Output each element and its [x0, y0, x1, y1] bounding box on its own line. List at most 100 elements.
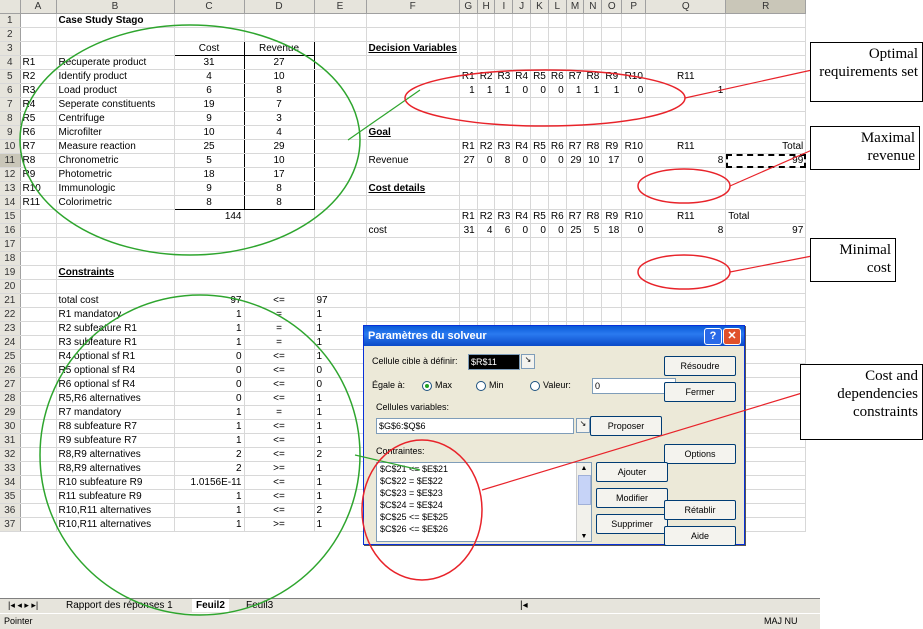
- cell[interactable]: [20, 517, 57, 532]
- cell[interactable]: 1: [314, 419, 367, 434]
- row-header[interactable]: 6: [0, 83, 21, 98]
- cell[interactable]: [601, 41, 623, 56]
- cell[interactable]: 97: [725, 223, 807, 238]
- cell[interactable]: [645, 167, 727, 182]
- scroll-down-icon[interactable]: ▼: [577, 531, 591, 541]
- cell[interactable]: [477, 97, 496, 112]
- cell[interactable]: [530, 27, 549, 42]
- cell[interactable]: 0: [174, 391, 245, 406]
- cell[interactable]: [20, 489, 57, 504]
- cell[interactable]: R10: [621, 139, 647, 154]
- row-header[interactable]: 30: [0, 419, 21, 434]
- cell[interactable]: 0: [314, 363, 367, 378]
- reset-button[interactable]: Rétablir: [664, 500, 736, 520]
- cell[interactable]: 8: [173, 195, 245, 210]
- cell[interactable]: Chronometric: [56, 153, 175, 168]
- row-header[interactable]: 32: [0, 447, 21, 462]
- cell[interactable]: [725, 307, 807, 322]
- cell[interactable]: R11: [20, 195, 57, 210]
- cell[interactable]: [366, 195, 460, 210]
- cell[interactable]: [244, 223, 315, 238]
- cell[interactable]: [601, 55, 623, 70]
- cell[interactable]: [459, 279, 478, 294]
- cell[interactable]: [477, 41, 496, 56]
- column-header[interactable]: Q: [645, 0, 727, 14]
- constraint-list-item[interactable]: $C$24 = $E$24: [380, 499, 591, 511]
- cell[interactable]: R7 mandatory: [56, 405, 175, 420]
- cell[interactable]: [566, 97, 585, 112]
- cell[interactable]: R3 subfeature R1: [56, 335, 175, 350]
- cell[interactable]: [530, 251, 549, 266]
- cell[interactable]: R10: [621, 209, 647, 224]
- cell[interactable]: 0: [174, 349, 245, 364]
- constraint-list-item[interactable]: $C$21 <= $E$21: [380, 463, 591, 475]
- cell[interactable]: <=: [244, 391, 315, 406]
- row-header[interactable]: 31: [0, 433, 21, 448]
- cell[interactable]: [645, 181, 727, 196]
- column-header[interactable]: P: [621, 0, 647, 14]
- cell[interactable]: [601, 125, 623, 140]
- cell[interactable]: [314, 195, 367, 210]
- cell[interactable]: [601, 97, 623, 112]
- cell[interactable]: R1: [459, 209, 478, 224]
- cell[interactable]: [244, 265, 315, 280]
- cell[interactable]: [314, 83, 367, 98]
- cell[interactable]: R11 subfeature R9: [56, 489, 175, 504]
- cell[interactable]: [645, 265, 727, 280]
- cell[interactable]: 1: [314, 391, 367, 406]
- cell[interactable]: [566, 13, 585, 28]
- cell[interactable]: [314, 55, 367, 70]
- row-header[interactable]: 26: [0, 363, 21, 378]
- cell[interactable]: 1: [494, 83, 514, 98]
- cell[interactable]: [601, 27, 623, 42]
- column-header[interactable]: R: [725, 0, 807, 14]
- cell[interactable]: [583, 307, 603, 322]
- cell[interactable]: [314, 139, 367, 154]
- row-header[interactable]: 35: [0, 489, 21, 504]
- target-cell-input[interactable]: $R$11: [468, 354, 520, 370]
- row-header[interactable]: 16: [0, 223, 21, 238]
- cell[interactable]: [314, 237, 367, 252]
- cell[interactable]: <=: [244, 503, 315, 518]
- cell[interactable]: [645, 251, 727, 266]
- cell[interactable]: 4: [244, 125, 315, 140]
- cell[interactable]: R6: [548, 69, 567, 84]
- cell[interactable]: [174, 223, 245, 238]
- cell[interactable]: 1: [583, 83, 603, 98]
- cell[interactable]: R10: [20, 181, 57, 196]
- cell[interactable]: [725, 181, 807, 196]
- cell[interactable]: [494, 307, 514, 322]
- cell[interactable]: R2: [477, 209, 496, 224]
- cell[interactable]: R9: [20, 167, 57, 182]
- cell[interactable]: [548, 279, 567, 294]
- cell[interactable]: =: [244, 405, 315, 420]
- cell[interactable]: [56, 223, 175, 238]
- cell[interactable]: R1: [459, 139, 478, 154]
- cell[interactable]: [512, 195, 532, 210]
- cell[interactable]: R6 optional sf R4: [56, 377, 175, 392]
- cell[interactable]: [314, 251, 367, 266]
- modify-button[interactable]: Modifier: [596, 488, 668, 508]
- cell[interactable]: [725, 265, 807, 280]
- cell[interactable]: [494, 13, 514, 28]
- cell[interactable]: 4: [477, 223, 496, 238]
- cell[interactable]: 1: [314, 475, 367, 490]
- cell[interactable]: 2: [174, 461, 245, 476]
- cell[interactable]: 0: [530, 153, 549, 168]
- cell[interactable]: [20, 349, 57, 364]
- row-header[interactable]: 19: [0, 265, 21, 280]
- cell[interactable]: [530, 125, 549, 140]
- cell[interactable]: [512, 279, 532, 294]
- cell[interactable]: [645, 195, 727, 210]
- cell[interactable]: R8,R9 alternatives: [56, 447, 175, 462]
- cell[interactable]: total cost: [56, 293, 175, 308]
- cell[interactable]: Immunologic: [56, 181, 175, 196]
- cell[interactable]: [548, 27, 567, 42]
- cell[interactable]: 0: [621, 83, 647, 98]
- cell[interactable]: [621, 125, 647, 140]
- cell[interactable]: Revenue: [366, 153, 460, 168]
- cell[interactable]: 3: [244, 111, 315, 126]
- cell[interactable]: [366, 279, 460, 294]
- cell[interactable]: [56, 279, 175, 294]
- cell[interactable]: [725, 55, 807, 70]
